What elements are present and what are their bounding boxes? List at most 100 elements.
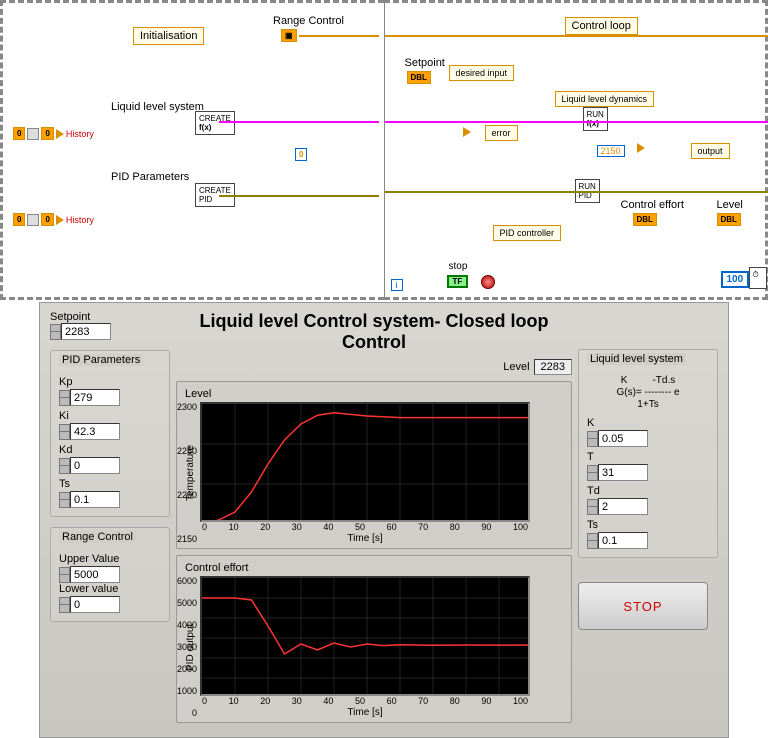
y-ticks: 2300225022002150 [177,402,200,544]
pid-params-label: PID Parameters [111,171,189,183]
dbl-terminal: DBL [633,213,657,226]
level-chart: Level Temperature 2300225022002150 [176,381,572,549]
group-legend: Liquid level system [587,353,686,365]
t-input[interactable] [598,464,648,481]
ki-label: Ki [59,410,161,422]
zero-box: 0 [41,127,53,140]
kd-label: Kd [59,444,161,456]
block-diagram: Initialisation Liquid level system CREAT… [0,0,768,300]
zero-box: 0 [13,213,25,226]
ki-input[interactable] [70,423,120,440]
stop-button[interactable]: STOP [578,582,708,630]
history-cluster-2: 0 0 History [13,213,94,226]
lower-label: Lower value [59,583,161,595]
init-frame: Initialisation Liquid level system CREAT… [0,0,384,300]
upper-label: Upper Value [59,553,161,565]
td-input[interactable] [598,498,648,515]
tf-terminal: TF [447,275,469,288]
spinner-icon[interactable] [587,499,598,515]
kp-input[interactable] [70,389,120,406]
range-control-terminal: ▣ [281,29,297,42]
history-label: History [66,129,94,139]
create-node-1: CREATEf(x) [195,111,235,135]
spinner-icon[interactable] [587,465,598,481]
ts-label: Ts [59,478,161,490]
error-label: error [485,125,518,141]
setpoint-lbl: Setpoint [405,57,445,69]
zero-box: 0 [41,213,53,226]
ts2-input[interactable] [598,532,648,549]
x-ticks: 0102030405060708090100 [200,696,530,706]
spinner-icon[interactable] [587,431,598,447]
ts2-label: Ts [587,519,709,531]
setpoint-control: Setpoint [50,311,170,340]
desired-input-label: desired input [449,65,515,81]
loop-delay-const: 100 [721,271,750,288]
array-node-icon [27,214,39,226]
spinner-icon[interactable] [59,492,70,508]
add-icon [637,143,645,153]
t-label: T [587,451,709,463]
iteration-terminal-icon: i [391,279,403,291]
run-fx-node: RUNf(x) [583,107,608,131]
setpoint-input[interactable] [61,323,111,340]
level-indicator: Level 2283 [176,359,572,375]
level-lbl: Level [717,199,743,211]
kd-input[interactable] [70,457,120,474]
stop-label: stop [449,261,468,272]
range-control-label: Range Control [273,15,344,27]
spinner-icon[interactable] [59,390,70,406]
metronome-icon: ⏱ [749,267,767,289]
pid-controller-label: PID controller [493,225,562,241]
control-loop-frame: Control loop Setpoint DBL desired input … [384,0,768,300]
plot-area [200,402,530,522]
chart-title: Level [185,388,563,400]
lower-input[interactable] [70,596,120,613]
spinner-icon[interactable] [59,458,70,474]
spinner-icon[interactable] [50,324,61,340]
dbl-terminal: DBL [717,213,741,226]
panel-title: Liquid level Control system- Closed loop… [176,311,572,353]
level-label: Level [503,361,529,373]
k-input[interactable] [598,430,648,447]
group-legend: Range Control [59,531,136,543]
chart-title: Control effort [185,562,563,574]
pid-parameters-group: PID Parameters Kp Ki Kd Ts [50,350,170,517]
effort-chart: Control effort PID output 60005000400030… [176,555,572,723]
x-axis-label: Time [s] [200,533,530,544]
spinner-icon[interactable] [59,597,70,613]
subtract-icon [463,127,471,137]
k-label: K [587,417,709,429]
output-label: output [691,143,730,159]
spinner-icon[interactable] [59,567,70,583]
liquid-level-system-group: Liquid level system K -Td.s G(s)= ------… [578,349,718,558]
dbl-terminal: DBL [407,71,431,84]
init-title: Initialisation [133,27,204,45]
lls-label: Liquid level system [111,101,204,113]
control-effort-lbl: Control effort [621,199,684,211]
arrow-icon [56,215,64,225]
transfer-function-formula: K -Td.s G(s)= -------- e 1+Ts [587,375,709,411]
spinner-icon[interactable] [587,533,598,549]
lld-label: Liquid level dynamics [555,91,655,107]
array-node-icon [27,128,39,140]
kp-label: Kp [59,376,161,388]
plot-area [200,576,530,696]
front-panel: Setpoint PID Parameters Kp Ki Kd Ts Rang… [39,302,729,738]
const-2150: 2150 [597,145,625,157]
history-cluster-1: 0 0 History [13,127,94,140]
control-loop-title: Control loop [565,17,638,35]
spinner-icon[interactable] [59,424,70,440]
x-axis-label: Time [s] [200,707,530,718]
y-ticks: 6000500040003000200010000 [177,576,200,718]
setpoint-label: Setpoint [50,311,90,323]
x-ticks: 0102030405060708090100 [200,522,530,532]
zero-box: 0 [13,127,25,140]
stop-node-icon [481,275,495,289]
history-label: History [66,215,94,225]
ts-input[interactable] [70,491,120,508]
level-value: 2283 [534,359,572,375]
arrow-icon [56,129,64,139]
group-legend: PID Parameters [59,354,143,366]
upper-input[interactable] [70,566,120,583]
